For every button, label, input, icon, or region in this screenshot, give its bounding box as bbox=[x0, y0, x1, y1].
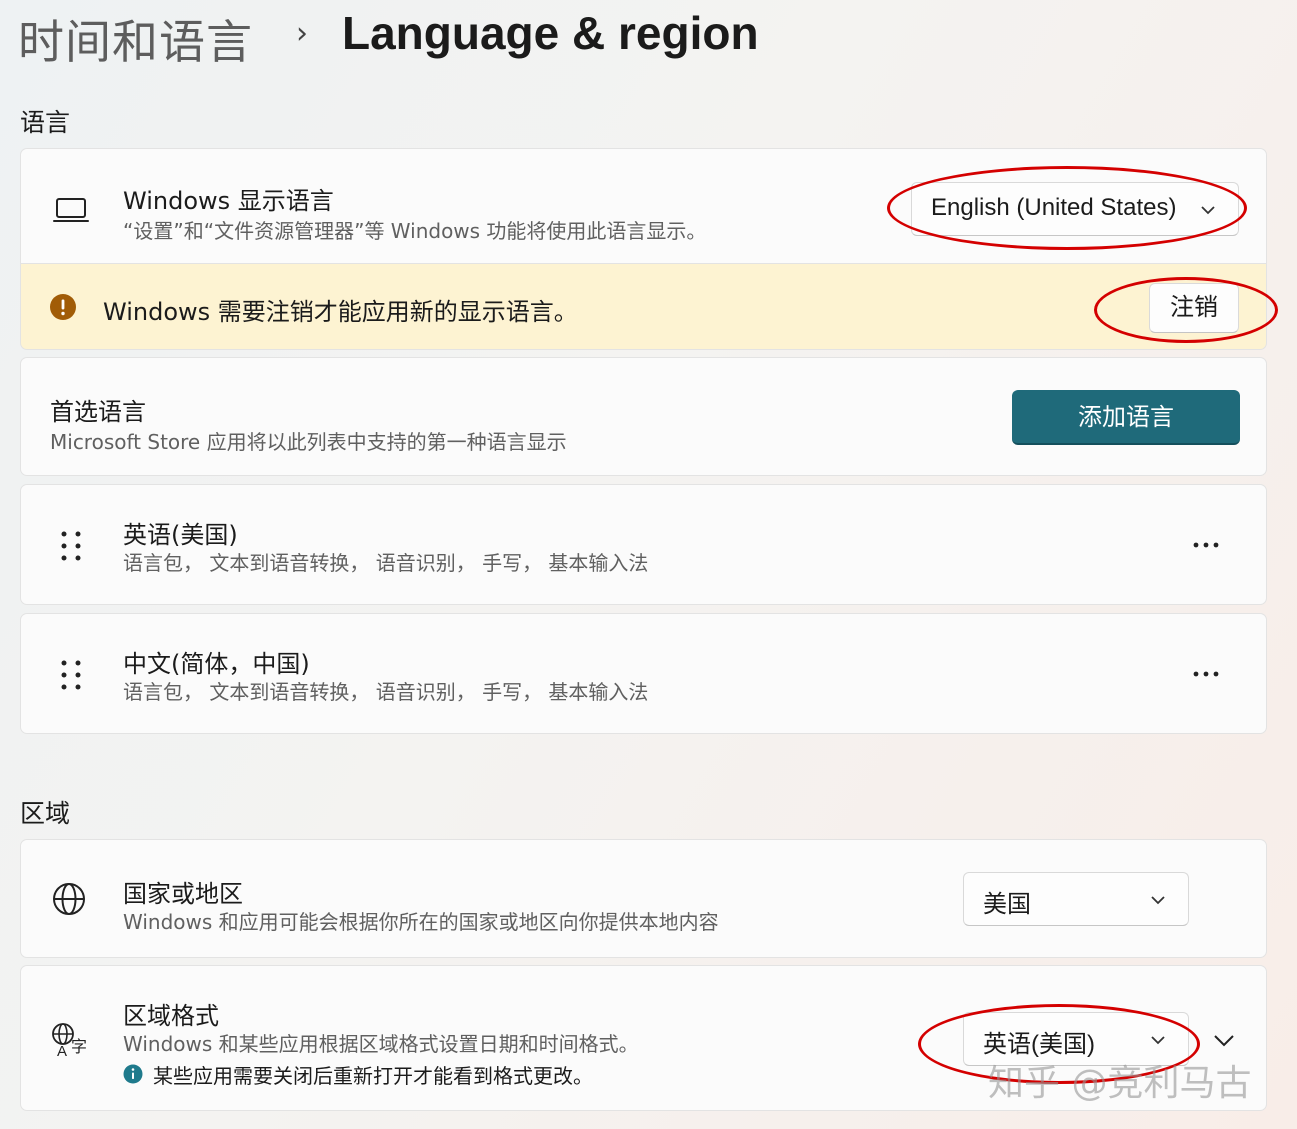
display-language-description: “设置”和“文件资源管理器”等 Windows 功能将使用此语言显示。 bbox=[123, 219, 707, 243]
watermark: 知乎 @竞利马古 bbox=[988, 1063, 1252, 1104]
more-options-icon[interactable] bbox=[1193, 542, 1219, 548]
display-language-card: Windows 显示语言 “设置”和“文件资源管理器”等 Windows 功能将… bbox=[20, 148, 1267, 264]
signout-banner-text: Windows 需要注销才能应用新的显示语言。 bbox=[103, 298, 578, 326]
language-name: 中文(简体，中国) bbox=[123, 650, 310, 678]
language-list-item[interactable]: 中文(简体，中国) 语言包， 文本到语音转换， 语音识别， 手写， 基本输入法 bbox=[20, 613, 1267, 734]
preferred-languages-card: 首选语言 Microsoft Store 应用将以此列表中支持的第一种语言显示 … bbox=[20, 357, 1267, 476]
regional-format-icon: A 字 bbox=[52, 1023, 87, 1058]
signout-banner: Windows 需要注销才能应用新的显示语言。 注销 bbox=[20, 264, 1267, 350]
add-language-button[interactable]: 添加语言 bbox=[1012, 390, 1240, 445]
regional-format-title: 区域格式 bbox=[123, 1002, 219, 1030]
language-features: 语言包， 文本到语音转换， 语音识别， 手写， 基本输入法 bbox=[123, 551, 649, 575]
breadcrumb-separator: › bbox=[296, 16, 308, 51]
info-icon bbox=[123, 1064, 143, 1084]
drag-handle-icon[interactable] bbox=[61, 531, 81, 561]
expand-chevron-icon[interactable] bbox=[1213, 1034, 1235, 1048]
laptop-icon bbox=[53, 198, 89, 222]
breadcrumb-parent[interactable]: 时间和语言 bbox=[18, 6, 253, 72]
preferred-languages-title: 首选语言 bbox=[50, 398, 146, 426]
warning-icon bbox=[50, 294, 76, 320]
preferred-languages-description: Microsoft Store 应用将以此列表中支持的第一种语言显示 bbox=[50, 430, 567, 454]
chevron-down-icon bbox=[1151, 1036, 1165, 1045]
regional-format-notice: 某些应用需要关闭后重新打开才能看到格式更改。 bbox=[153, 1064, 593, 1088]
page-title: Language & region bbox=[342, 7, 759, 59]
chevron-down-icon bbox=[1151, 896, 1165, 905]
country-region-description: Windows 和应用可能会根据你所在的国家或地区向你提供本地内容 bbox=[123, 910, 719, 934]
signout-button[interactable]: 注销 bbox=[1149, 283, 1239, 333]
svg-text:A: A bbox=[57, 1043, 67, 1058]
section-header-language: 语言 bbox=[20, 108, 71, 137]
chevron-down-icon bbox=[1201, 206, 1215, 215]
display-language-title: Windows 显示语言 bbox=[123, 187, 334, 215]
globe-icon bbox=[53, 883, 85, 915]
country-region-dropdown[interactable]: 美国 bbox=[963, 872, 1189, 926]
country-region-title: 国家或地区 bbox=[123, 880, 243, 908]
language-list-item[interactable]: 英语(美国) 语言包， 文本到语音转换， 语音识别， 手写， 基本输入法 bbox=[20, 484, 1267, 605]
country-region-card: 国家或地区 Windows 和应用可能会根据你所在的国家或地区向你提供本地内容 … bbox=[20, 839, 1267, 958]
svg-text:字: 字 bbox=[71, 1037, 87, 1056]
display-language-dropdown[interactable]: English (United States) bbox=[911, 182, 1239, 236]
language-features: 语言包， 文本到语音转换， 语音识别， 手写， 基本输入法 bbox=[123, 680, 649, 704]
regional-format-description: Windows 和某些应用根据区域格式设置日期和时间格式。 bbox=[123, 1032, 639, 1056]
section-header-region: 区域 bbox=[20, 799, 71, 828]
language-name: 英语(美国) bbox=[123, 521, 238, 549]
more-options-icon[interactable] bbox=[1193, 671, 1219, 677]
display-language-selected: English (United States) bbox=[931, 194, 1177, 221]
country-region-selected: 美国 bbox=[983, 891, 1031, 918]
drag-handle-icon[interactable] bbox=[61, 660, 81, 690]
